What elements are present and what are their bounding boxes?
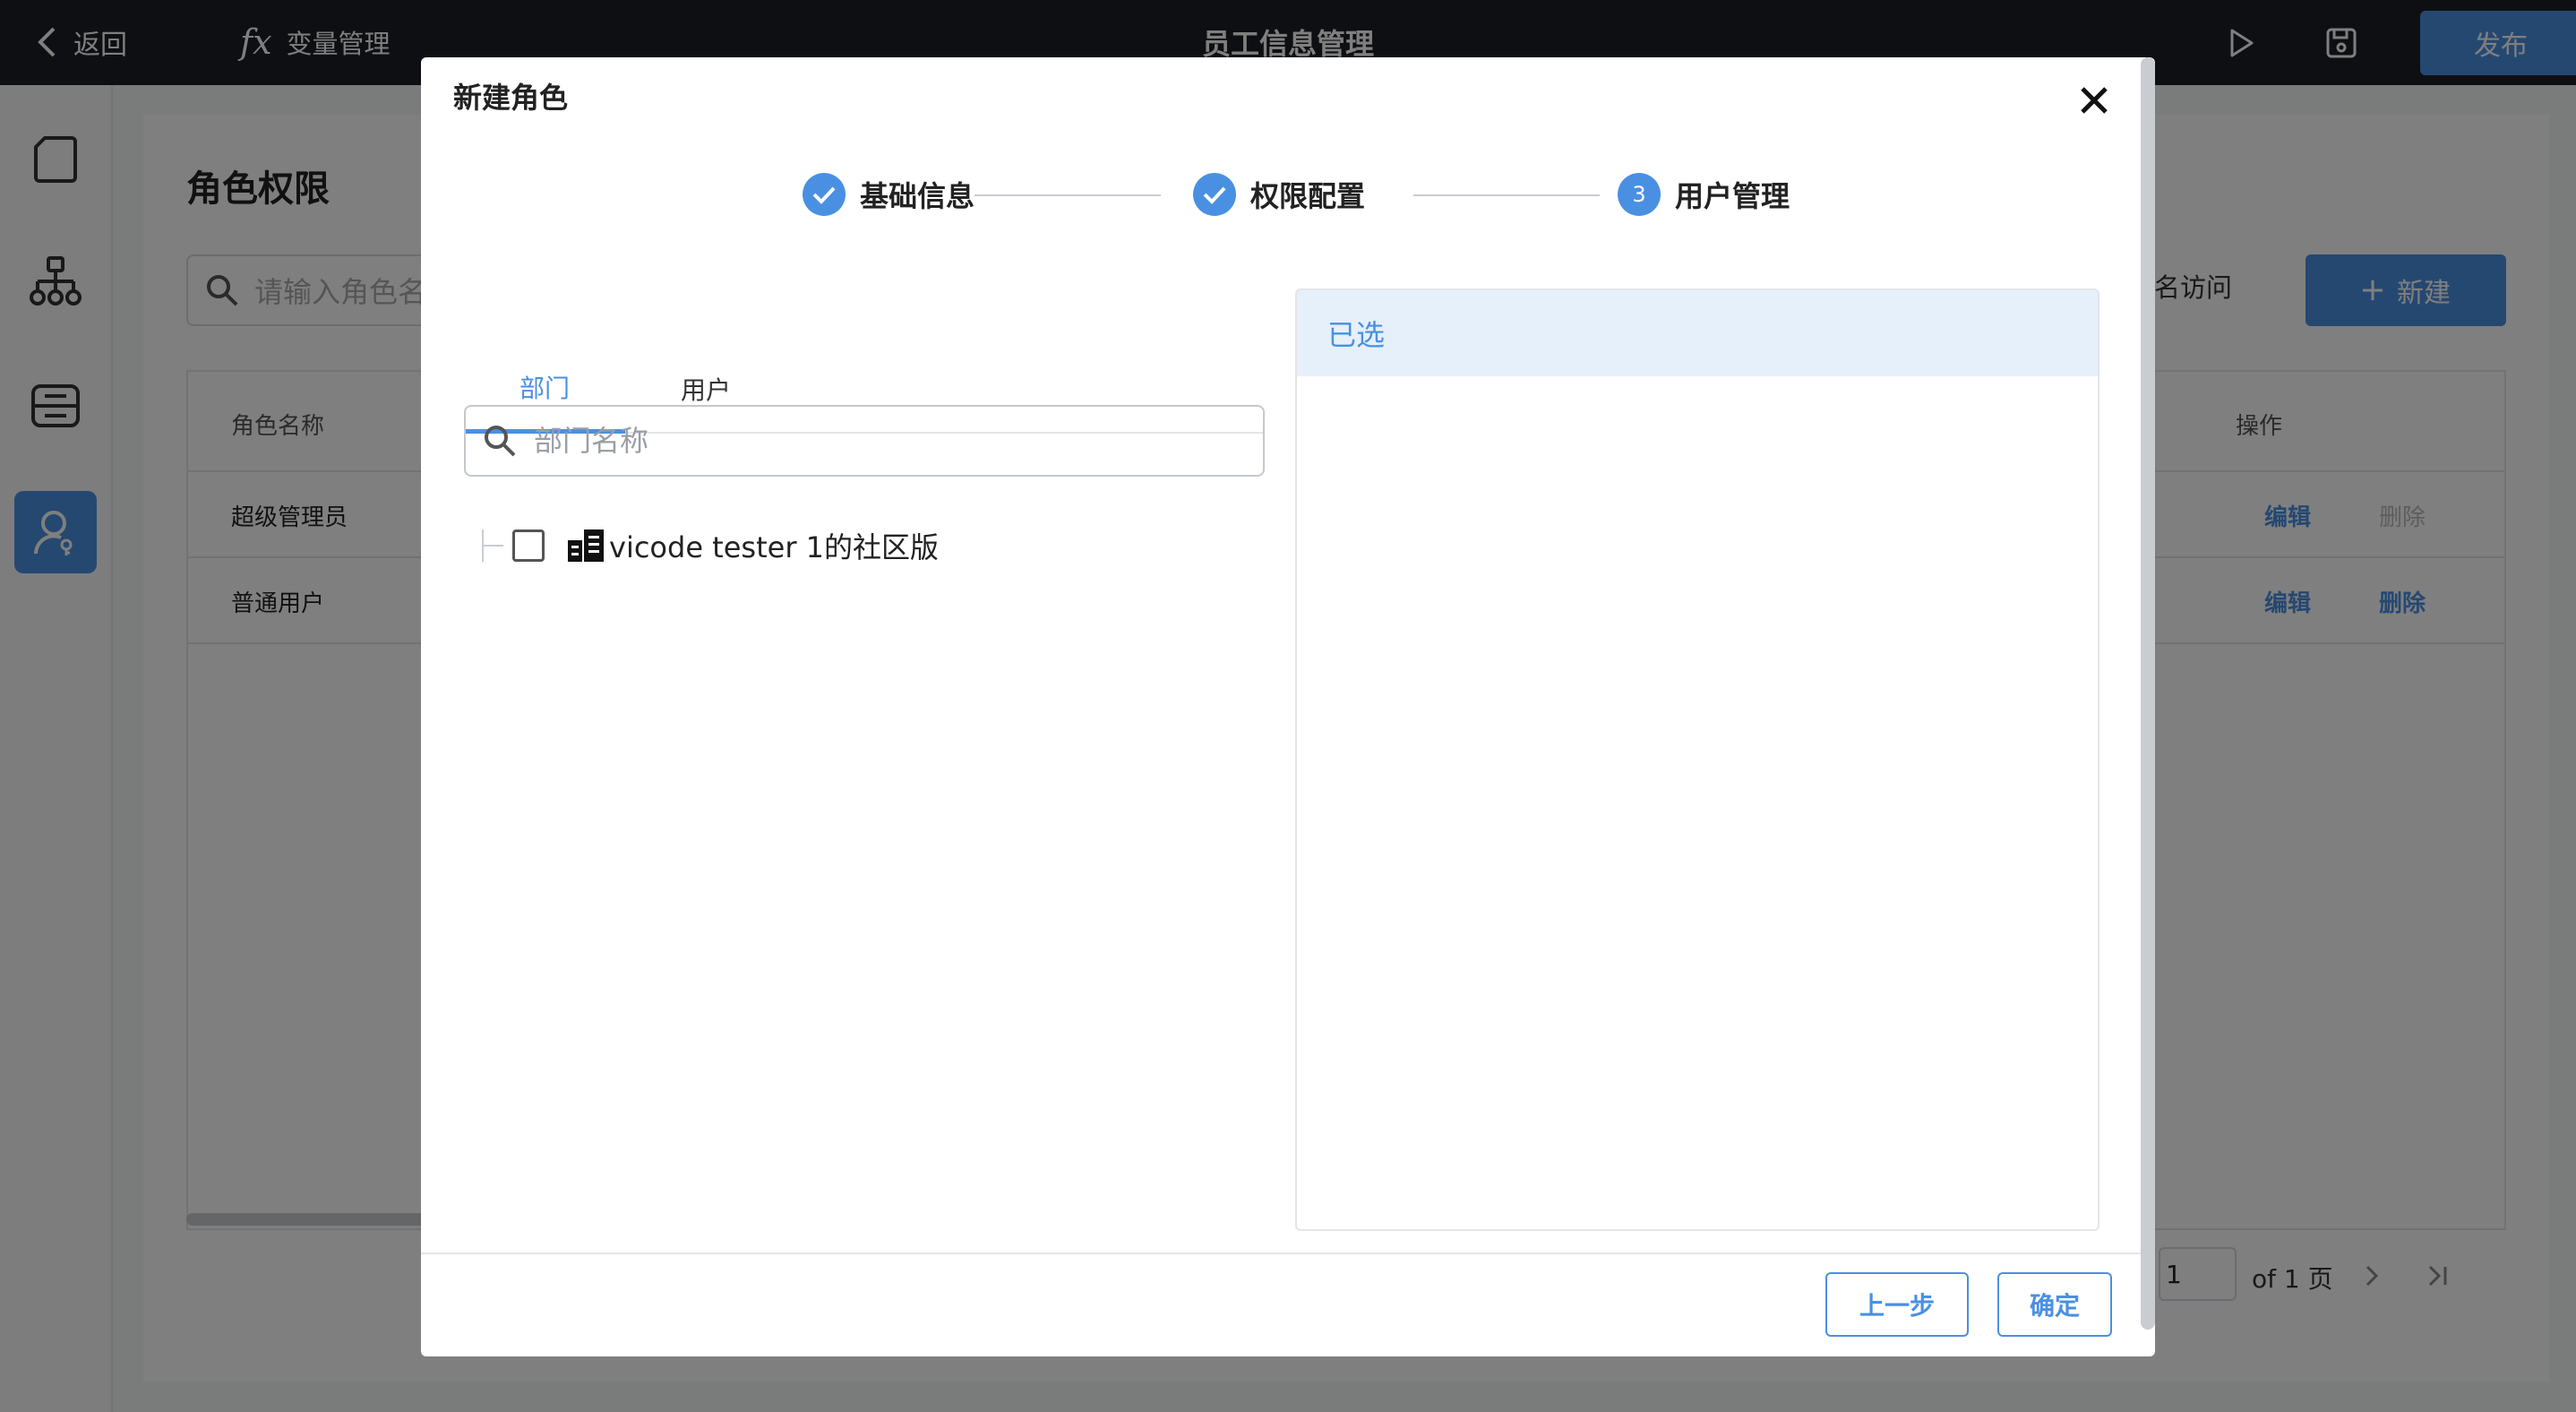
tree-node-checkbox[interactable]	[512, 530, 545, 562]
step-connector	[1413, 194, 1600, 196]
check-icon	[1203, 186, 1226, 204]
step-permissions: 权限配置	[1193, 170, 1365, 219]
new-role-dialog: 新建角色 基础信息 权限配置 3 用户管理 部门 用户 部门名称 vicode …	[421, 57, 2155, 1356]
step-label: 用户管理	[1675, 179, 1790, 213]
search-icon	[485, 426, 516, 457]
close-icon	[2081, 87, 2108, 114]
step-connector	[975, 194, 1161, 196]
close-button[interactable]	[2069, 75, 2119, 125]
selected-header: 已选	[1297, 290, 2098, 376]
department-search-input[interactable]	[534, 424, 1250, 458]
dialog-title: 新建角色	[453, 81, 569, 115]
step-user-management: 3 用户管理	[1618, 170, 1790, 219]
selected-panel: 已选	[1295, 288, 2099, 1231]
step-number-circle: 3	[1618, 173, 1661, 216]
confirm-button[interactable]: 确定	[1997, 1272, 2112, 1337]
dialog-scrollbar[interactable]	[2141, 57, 2155, 1330]
previous-step-button[interactable]: 上一步	[1825, 1272, 1969, 1337]
footer-divider	[421, 1253, 2155, 1254]
step-label: 权限配置	[1250, 179, 1366, 213]
check-icon	[812, 186, 836, 204]
step-done-circle	[803, 173, 846, 216]
step-done-circle	[1193, 173, 1236, 216]
step-basic-info: 基础信息	[803, 170, 975, 219]
step-label: 基础信息	[860, 179, 975, 213]
tree-guide-line	[482, 530, 507, 562]
department-search	[464, 405, 1265, 477]
tree-node-label[interactable]: vicode tester 1的社区版	[609, 525, 939, 566]
tree-node: vicode tester 1的社区版	[482, 519, 939, 573]
building-icon	[566, 526, 605, 565]
